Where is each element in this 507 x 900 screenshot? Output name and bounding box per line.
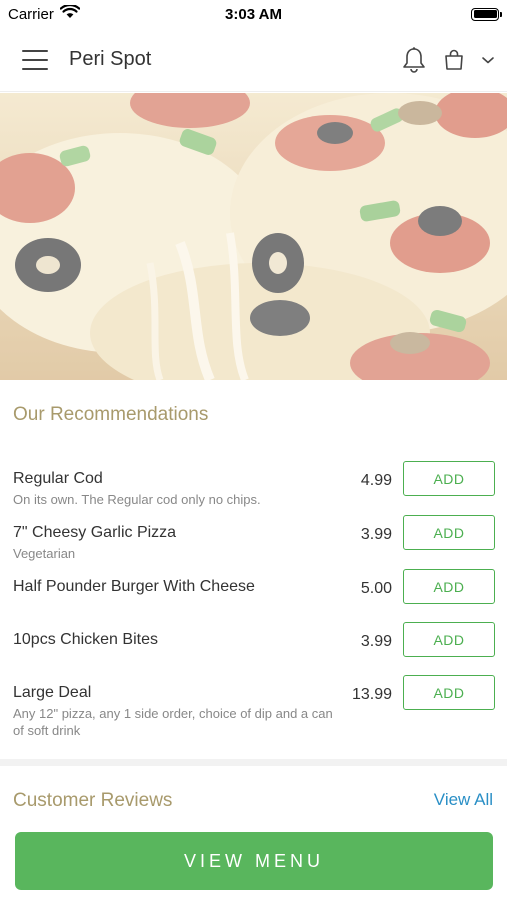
menu-item: Large Deal Any 12" pizza, any 1 side ord… (13, 675, 495, 739)
status-bar: Carrier 3:03 AM (0, 0, 507, 28)
menu-item: Regular Cod On its own. The Regular cod … (13, 461, 495, 508)
add-button[interactable]: ADD (403, 569, 495, 604)
add-button[interactable]: ADD (403, 461, 495, 496)
item-price: 3.99 (360, 526, 392, 543)
page-title: Peri Spot (69, 48, 152, 70)
item-price: 5.00 (360, 580, 392, 597)
item-description: Any 12" pizza, any 1 side order, choice … (13, 706, 333, 738)
view-menu-button[interactable]: VIEW MENU (15, 832, 493, 890)
section-divider (0, 759, 507, 766)
recommendations-title: Our Recommendations (13, 404, 209, 425)
carrier-label: Carrier (8, 5, 54, 23)
menu-item: 7" Cheesy Garlic Pizza Vegetarian 3.99 A… (13, 515, 495, 562)
hero-pizza-image (0, 93, 507, 380)
shopping-bag-icon[interactable] (443, 48, 465, 72)
item-price: 13.99 (351, 686, 392, 703)
view-all-link[interactable]: View All (434, 790, 493, 810)
add-button[interactable]: ADD (403, 675, 495, 710)
menu-item: Half Pounder Burger With Cheese 5.00 ADD (13, 569, 495, 604)
reviews-title: Customer Reviews (13, 790, 173, 811)
status-left: Carrier (8, 3, 81, 23)
menu-icon[interactable] (22, 49, 48, 70)
item-description: On its own. The Regular cod only no chip… (13, 492, 261, 507)
item-price: 4.99 (360, 472, 392, 489)
menu-item: 10pcs Chicken Bites 3.99 ADD (13, 622, 495, 657)
chevron-down-icon[interactable] (481, 55, 495, 65)
header-actions (401, 46, 495, 74)
wifi-icon (59, 3, 81, 23)
battery-icon (471, 7, 502, 21)
item-description: Vegetarian (13, 546, 76, 561)
bell-icon[interactable] (401, 46, 427, 74)
add-button[interactable]: ADD (403, 515, 495, 550)
app-header: Peri Spot (0, 28, 507, 92)
add-button[interactable]: ADD (403, 622, 495, 657)
item-price: 3.99 (360, 633, 392, 650)
